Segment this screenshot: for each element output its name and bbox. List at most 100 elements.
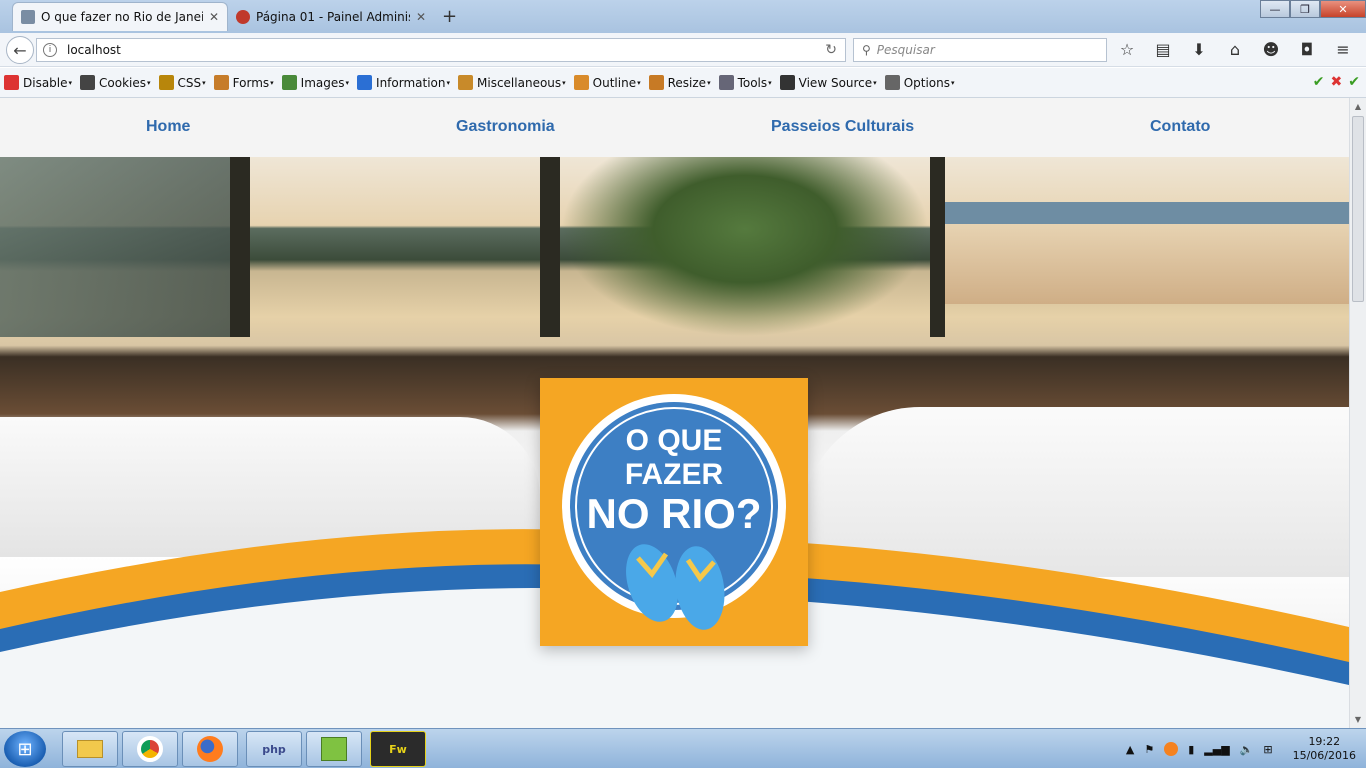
tab-close-icon[interactable]: ✕ xyxy=(209,10,219,24)
dropdown-caret-icon: ▾ xyxy=(446,78,451,87)
devbar-images-menu[interactable]: Images ▾ xyxy=(281,75,350,90)
new-tab-button[interactable]: + xyxy=(442,6,457,27)
download-icon[interactable]: ⬇ xyxy=(1190,40,1208,59)
dropdown-caret-icon: ▾ xyxy=(873,78,877,87)
tools-icon xyxy=(718,75,734,90)
devbar-resize-menu[interactable]: Resize ▾ xyxy=(648,75,711,90)
reading-list-icon[interactable]: ▤ xyxy=(1154,40,1172,59)
nav-passeios-culturais-link[interactable]: Passeios Culturais xyxy=(771,118,914,136)
scroll-up-icon[interactable]: ▲ xyxy=(1350,98,1366,115)
devbar-item-label: View Source xyxy=(798,75,873,90)
back-arrow-icon[interactable]: ← xyxy=(6,36,34,64)
firefox-icon[interactable] xyxy=(182,731,238,767)
devbar-disable-menu[interactable]: Disable ▾ xyxy=(4,75,72,90)
tab-inactive[interactable]: Página 01 - Painel Adminis... ✕ xyxy=(228,2,434,31)
tab-title: Página 01 - Painel Adminis... xyxy=(256,9,410,24)
nav-contato-link[interactable]: Contato xyxy=(1150,118,1210,136)
devbar-item-label: Outline xyxy=(592,75,637,90)
web-developer-toolbar: Disable ▾ Cookies ▾ CSS ▾ Forms ▾ Images ▾ Informa… xyxy=(0,68,1366,98)
flag-icon[interactable]: ⚑ xyxy=(1144,743,1154,756)
devbar-options-menu[interactable]: Options ▾ xyxy=(884,75,955,90)
notepad-plus-plus-icon[interactable] xyxy=(306,731,362,767)
search-icon: ⚲ xyxy=(862,43,871,57)
search-input[interactable]: ⚲ Pesquisar xyxy=(853,38,1107,62)
devbar-outline-menu[interactable]: Outline ▾ xyxy=(573,75,641,90)
scroll-down-icon[interactable]: ▼ xyxy=(1350,711,1366,728)
cookies-icon xyxy=(80,75,96,90)
dropdown-caret-icon: ▾ xyxy=(345,78,350,87)
chrome-icon[interactable] xyxy=(122,731,178,767)
view-source-icon xyxy=(779,75,795,90)
volume-icon[interactable]: 🔈 xyxy=(1240,743,1254,756)
information-icon xyxy=(357,75,373,90)
url-bar[interactable]: i localhost ↻ xyxy=(36,38,846,62)
devbar-item-label: Options xyxy=(903,75,950,90)
start-button[interactable]: ⊞ xyxy=(4,731,46,767)
nav-gastronomia-link[interactable]: Gastronomia xyxy=(456,118,555,136)
explorer-icon[interactable] xyxy=(62,731,118,767)
devbar-item-label: Tools xyxy=(737,75,768,90)
nav-home-link[interactable]: Home xyxy=(146,118,190,136)
show-hidden-icons-icon[interactable]: ▲ xyxy=(1126,743,1134,756)
devbar-information-menu[interactable]: Information ▾ xyxy=(357,75,450,90)
devbar-item-label: Miscellaneous xyxy=(477,75,562,90)
url-text: localhost xyxy=(67,43,121,57)
devbar-tools-menu[interactable]: Tools ▾ xyxy=(718,75,772,90)
devbar-miscellaneous-menu[interactable]: Miscellaneous ▾ xyxy=(458,75,566,90)
maximize-button[interactable]: ❐ xyxy=(1290,0,1320,18)
logo-line-3: NO RIO? xyxy=(587,490,762,537)
windows-logo-icon[interactable]: ⊞ xyxy=(1263,743,1272,756)
css-valid-check-icon[interactable]: ✔ xyxy=(1313,74,1325,90)
php-icon[interactable]: php xyxy=(246,731,302,767)
options-icon xyxy=(884,75,900,90)
fireworks-icon[interactable]: Fw xyxy=(370,731,426,767)
css-icon xyxy=(158,75,174,90)
dropdown-caret-icon: ▾ xyxy=(707,78,711,87)
outline-icon xyxy=(573,75,589,90)
browser-navbar: ← i localhost ↻ ⚲ Pesquisar ☆ ▤ ⬇ ⌂ ☻ ◘ … xyxy=(0,33,1366,67)
avast-icon[interactable] xyxy=(1164,742,1179,756)
devbar-status: ✔ ✖ ✔ xyxy=(1313,74,1360,90)
disable-icon xyxy=(4,75,19,90)
tab-active[interactable]: O que fazer no Rio de Janei... ✕ xyxy=(12,2,228,31)
windows-taskbar: ⊞ php Fw ▲ ⚑ ▮ ▂▄▆ 🔈 ⊞ 19:22 15/06/2016 xyxy=(0,728,1366,768)
dropdown-caret-icon: ▾ xyxy=(562,78,566,87)
reload-icon[interactable]: ↻ xyxy=(825,42,837,58)
window-controls: — ❐ ✕ xyxy=(1260,0,1366,18)
resize-icon xyxy=(648,75,664,90)
clock-date: 15/06/2016 xyxy=(1292,749,1356,762)
home-icon[interactable]: ⌂ xyxy=(1226,40,1244,59)
battery-icon[interactable]: ▮ xyxy=(1188,743,1194,756)
tab-title: O que fazer no Rio de Janei... xyxy=(41,10,203,24)
pocket-icon[interactable]: ◘ xyxy=(1298,40,1316,59)
menu-icon[interactable]: ≡ xyxy=(1334,40,1352,59)
logo-line-1: O QUE xyxy=(626,424,723,457)
devbar-item-label: Images xyxy=(300,75,345,90)
scroll-thumb[interactable] xyxy=(1352,116,1364,302)
js-error-icon[interactable]: ✖ xyxy=(1331,74,1343,90)
network-icon[interactable]: ▂▄▆ xyxy=(1204,743,1229,756)
devbar-cookies-menu[interactable]: Cookies ▾ xyxy=(80,75,151,90)
devbar-view-source-menu[interactable]: View Source ▾ xyxy=(779,75,877,90)
dropdown-caret-icon: ▾ xyxy=(68,78,73,87)
devbar-forms-menu[interactable]: Forms ▾ xyxy=(213,75,274,90)
page-scrollbar[interactable]: ▲ ▼ xyxy=(1349,98,1366,728)
page-favicon-icon xyxy=(21,10,35,24)
miscellaneous-icon xyxy=(458,75,474,90)
system-clock[interactable]: 19:22 15/06/2016 xyxy=(1293,735,1356,763)
chat-icon[interactable]: ☻ xyxy=(1262,40,1280,59)
close-window-button[interactable]: ✕ xyxy=(1320,0,1366,18)
html-valid-check-icon[interactable]: ✔ xyxy=(1348,74,1360,90)
minimize-button[interactable]: — xyxy=(1260,0,1290,18)
site-info-icon[interactable]: i xyxy=(43,43,57,57)
star-icon[interactable]: ☆ xyxy=(1118,40,1136,59)
dropdown-caret-icon: ▾ xyxy=(202,78,206,87)
logo-line-2: FAZER xyxy=(625,458,724,491)
dropdown-caret-icon: ▾ xyxy=(951,78,955,87)
dropdown-caret-icon: ▾ xyxy=(270,78,274,87)
tab-close-icon[interactable]: ✕ xyxy=(416,10,426,24)
system-tray: ▲ ⚑ ▮ ▂▄▆ 🔈 ⊞ 19:22 15/06/2016 xyxy=(1126,729,1366,769)
devbar-css-menu[interactable]: CSS ▾ xyxy=(158,75,206,90)
dropdown-caret-icon: ▾ xyxy=(768,78,772,87)
site-logo[interactable]: O QUE FAZER NO RIO? xyxy=(540,378,808,646)
